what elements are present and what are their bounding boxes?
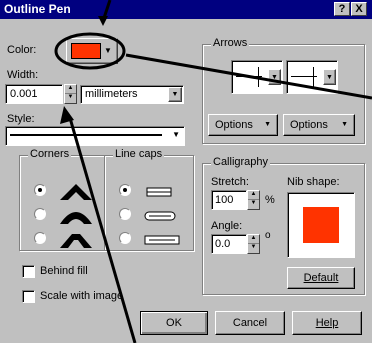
highlight-circle — [54, 32, 126, 70]
pointer-arrow-top — [102, 0, 112, 19]
outline-pen-dialog: Outline Pen ? X CColor: ▼ Width: 0.001 ▲… — [0, 0, 372, 343]
arrowhead-icon — [98, 16, 108, 26]
annotation-overlay — [54, 0, 372, 343]
pointer-arrow-bottom — [68, 117, 137, 343]
pointer-arrow-right — [125, 53, 372, 100]
